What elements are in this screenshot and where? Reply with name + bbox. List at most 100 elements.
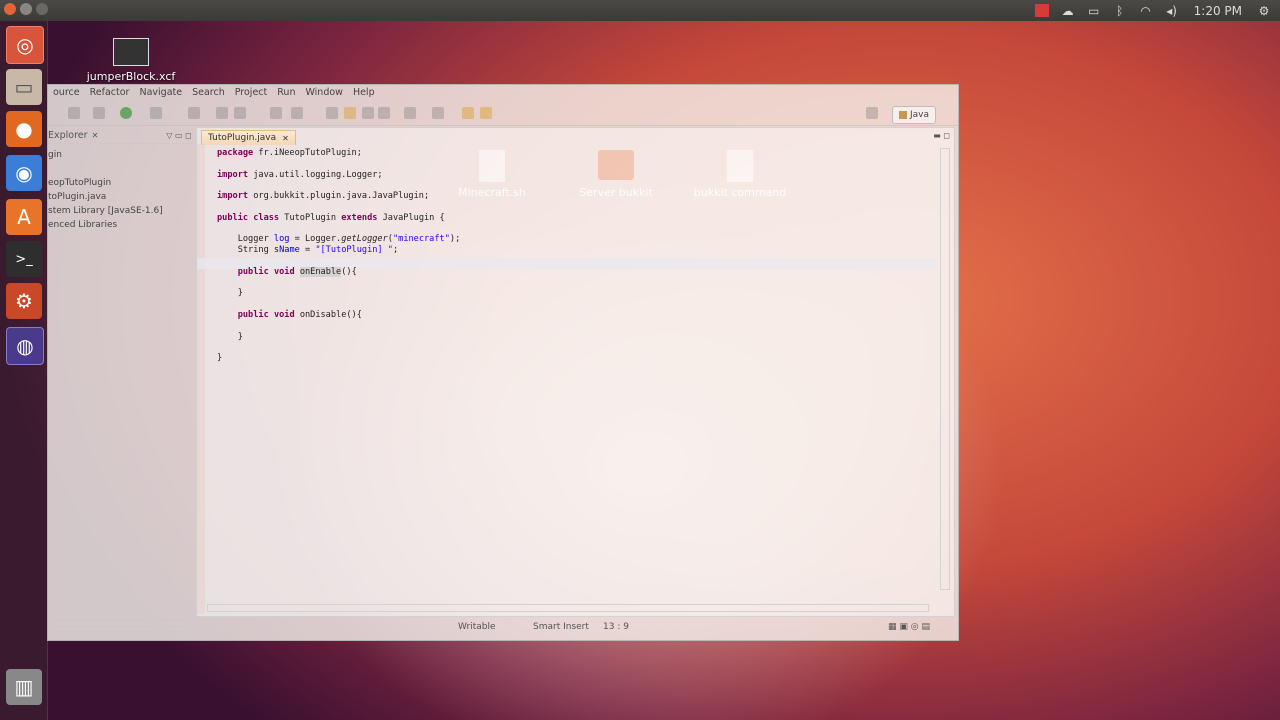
source-code: package fr.iNeeopTutoPlugin; import java…	[217, 148, 460, 364]
wifi-icon[interactable]: ◠	[1138, 4, 1154, 18]
desktop-icon-bukkit[interactable]: bukkit command	[680, 150, 800, 199]
maximize-window-button[interactable]	[36, 3, 48, 15]
status-bar: Writable Smart Insert 13 : 9 ▦ ▣ ◎ ▤	[48, 617, 958, 639]
package-explorer: Explorer ✕ ▽ ▭ ◻ gin eopTutoPlugin toPlu…	[48, 127, 193, 627]
text-file-icon	[727, 150, 753, 182]
java-perspective-icon	[898, 111, 907, 119]
menu-refactor[interactable]: Refactor	[85, 87, 135, 101]
toolbar: Java	[48, 103, 958, 126]
code-line: }	[237, 331, 243, 342]
view-menu-icon[interactable]: ▽ ▭ ◻	[166, 131, 191, 140]
status-cursor-position: 13 : 9	[603, 622, 629, 632]
toggle-mark-icon[interactable]	[344, 107, 356, 119]
editor-min-max-icon[interactable]: ▬ ◻	[933, 131, 950, 140]
editor-vscroll[interactable]	[940, 148, 950, 590]
external-tools-icon[interactable]	[150, 107, 162, 119]
save-icon[interactable]	[68, 107, 80, 119]
cloud-sync-icon[interactable]: ☁	[1060, 4, 1076, 18]
menu-navigate[interactable]: Navigate	[134, 87, 187, 101]
project-tree: gin eopTutoPlugin toPlugin.java stem Lib…	[48, 144, 193, 232]
editor-hscroll[interactable]	[207, 604, 929, 612]
next-annotation-icon[interactable]	[404, 107, 416, 119]
explorer-tab-label: Explorer	[48, 129, 88, 141]
menu-project[interactable]: Project	[230, 87, 273, 101]
open-type-icon[interactable]	[270, 107, 282, 119]
folder-icon	[598, 150, 634, 180]
code-line: public void onDisable(){	[237, 309, 362, 320]
open-perspective-icon[interactable]	[866, 107, 878, 119]
tree-item-system-library[interactable]: stem Library [JavaSE-1.6]	[48, 204, 193, 218]
code-line: String sName = "[TutoPlugin] ";	[237, 245, 399, 256]
back-icon[interactable]	[462, 107, 474, 119]
battery-icon[interactable]: ▭	[1086, 4, 1102, 18]
menu-source[interactable]: ource	[48, 87, 85, 101]
notification-icon[interactable]	[1034, 4, 1050, 18]
terminal-icon[interactable]: >_	[6, 241, 42, 277]
status-write-mode: Writable	[458, 622, 496, 632]
tree-item-spacer	[48, 162, 193, 176]
bluetooth-icon[interactable]: ᛒ	[1112, 4, 1128, 18]
volume-icon[interactable]: ◂)	[1164, 4, 1180, 18]
new-java-project-icon[interactable]	[188, 107, 200, 119]
new-package-icon[interactable]	[216, 107, 228, 119]
menu-help[interactable]: Help	[348, 87, 380, 101]
tree-item-package[interactable]: eopTutoPlugin	[48, 176, 193, 190]
annotation-icon[interactable]	[326, 107, 338, 119]
prev-annotation-icon[interactable]	[432, 107, 444, 119]
new-class-icon[interactable]	[234, 107, 246, 119]
code-line: public class TutoPlugin extends JavaPlug…	[217, 212, 445, 223]
forward-icon[interactable]	[480, 107, 492, 119]
trash-icon[interactable]: ▥	[6, 669, 42, 705]
clock[interactable]: 1:20 PM	[1194, 4, 1242, 18]
search-icon[interactable]	[291, 107, 303, 119]
code-line: }	[217, 353, 223, 364]
desktop-file-icon[interactable]: jumperBlock.xcf	[82, 38, 180, 83]
perspective-switcher[interactable]: Java	[891, 106, 936, 124]
code-line: package fr.iNeeopTutoPlugin;	[217, 148, 362, 158]
code-editor[interactable]: TutoPlugin.java ✕ ▬ ◻ package fr.iNeeopT…	[196, 127, 955, 617]
system-gear-icon[interactable]: ⚙	[1256, 4, 1272, 18]
block-select-icon[interactable]	[362, 107, 374, 119]
tree-item-project[interactable]: gin	[48, 148, 193, 162]
code-line: import org.bukkit.plugin.java.JavaPlugin…	[217, 191, 430, 202]
tree-item-java-file[interactable]: toPlugin.java	[48, 190, 193, 204]
indicator-area: ☁ ▭ ᛒ ◠ ◂) 1:20 PM ⚙	[1034, 0, 1280, 21]
menu-window[interactable]: Window	[300, 87, 347, 101]
desktop-icon-server[interactable]: Server bukkit	[556, 150, 676, 199]
package-explorer-tab[interactable]: Explorer ✕ ▽ ▭ ◻	[48, 127, 193, 144]
desktop-icon-server-label: Server bukkit	[579, 186, 653, 199]
close-tab-icon[interactable]: ✕	[92, 131, 99, 140]
desktop-icon-minecraft[interactable]: Minecraft.sh	[432, 150, 552, 199]
minimize-window-button[interactable]	[20, 3, 32, 15]
menu-run[interactable]: Run	[272, 87, 300, 101]
dash-home-icon[interactable]: ◎	[6, 26, 44, 64]
chromium-icon[interactable]: ◉	[6, 155, 42, 191]
menu-bar: ource Refactor Navigate Search Project R…	[48, 87, 380, 101]
code-line: }	[237, 288, 243, 299]
close-window-button[interactable]	[4, 3, 16, 15]
desktop-icon-bukkit-label: bukkit command	[693, 186, 787, 199]
whitespace-icon[interactable]	[378, 107, 390, 119]
software-center-icon[interactable]: A	[6, 199, 42, 235]
file-manager-icon[interactable]: ▭	[6, 69, 42, 105]
editor-tab-label: TutoPlugin.java	[208, 133, 277, 143]
eclipse-icon[interactable]: ◍	[6, 327, 44, 365]
editor-tab-close-icon[interactable]: ✕	[282, 134, 289, 143]
xcf-file-icon	[113, 38, 149, 66]
editor-tab[interactable]: TutoPlugin.java ✕	[201, 130, 296, 145]
run-icon[interactable]	[120, 107, 132, 119]
top-panel: ☁ ▭ ᛒ ◠ ◂) 1:20 PM ⚙	[0, 0, 1280, 21]
status-insert-mode: Smart Insert	[533, 622, 589, 632]
menu-search[interactable]: Search	[187, 87, 230, 101]
status-icons[interactable]: ▦ ▣ ◎ ▤	[888, 622, 930, 632]
debug-icon[interactable]	[93, 107, 105, 119]
system-settings-icon[interactable]: ⚙	[6, 283, 42, 319]
tree-item-referenced-libraries[interactable]: enced Libraries	[48, 218, 193, 232]
firefox-icon[interactable]: ●	[6, 111, 42, 147]
script-file-icon	[479, 150, 505, 182]
